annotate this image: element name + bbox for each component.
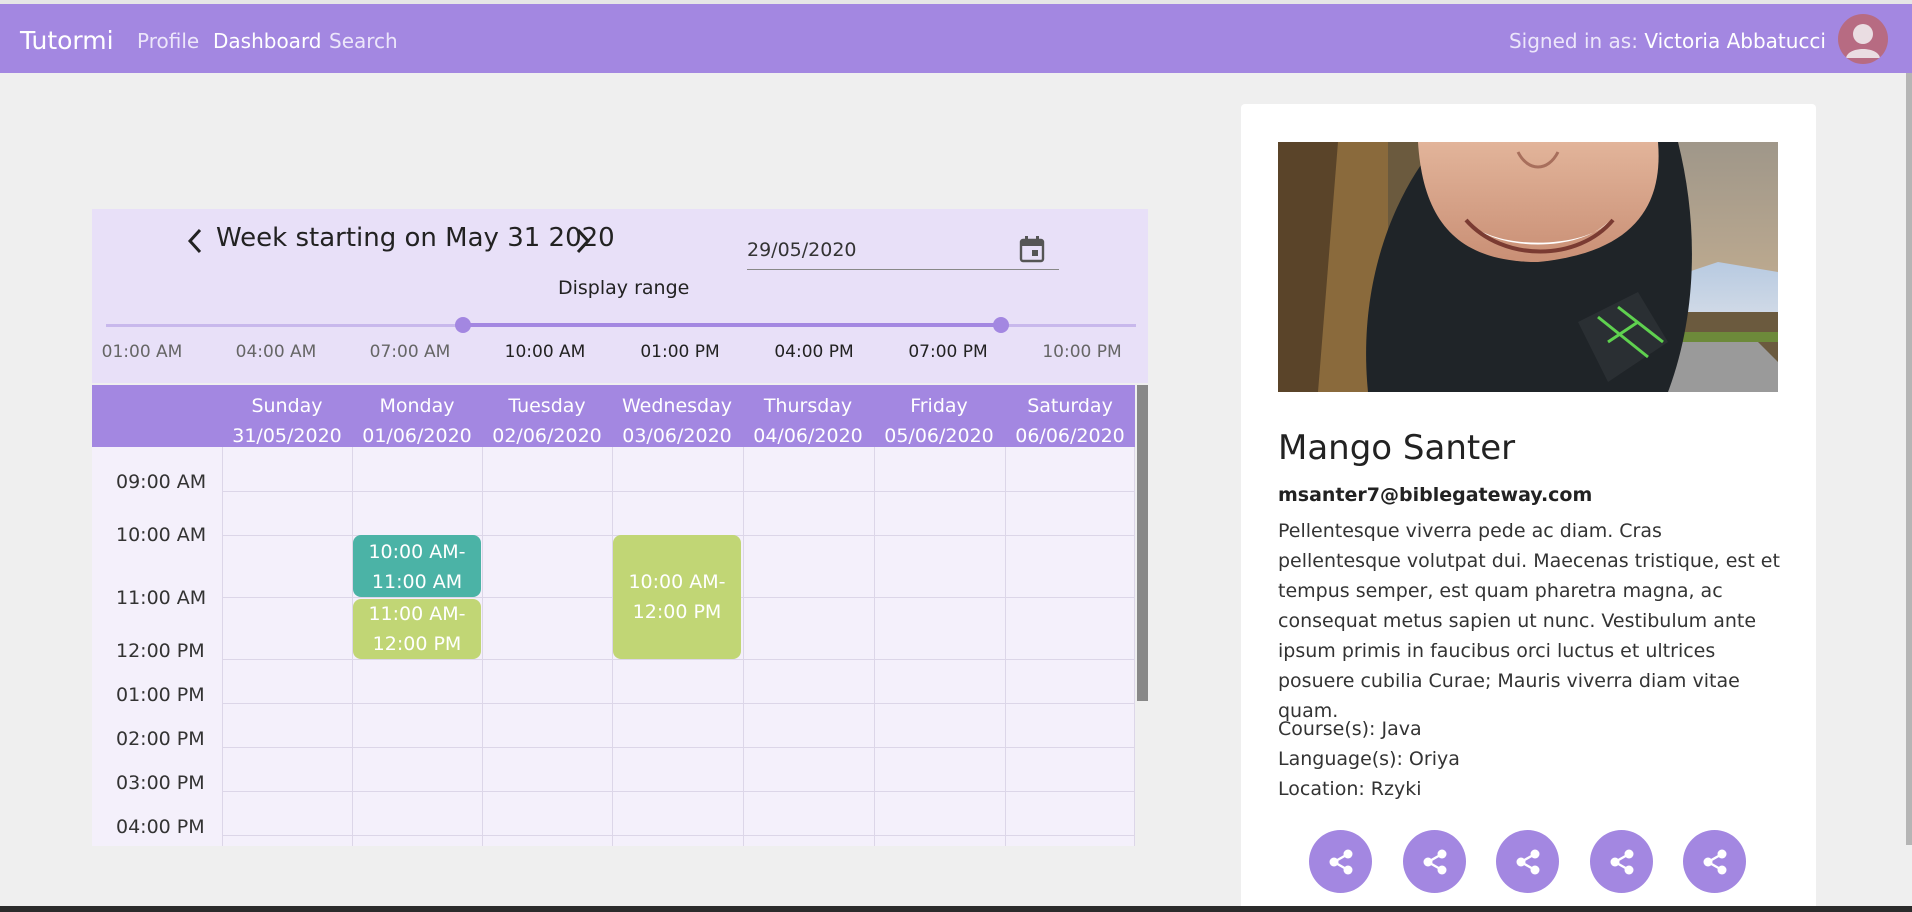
days-header: Sunday 31/05/2020 Monday 01/06/2020 Tuesda… — [92, 385, 1135, 447]
chevron-right-icon[interactable] — [570, 227, 594, 255]
grid-column-divider — [874, 447, 875, 846]
grid-column-divider — [222, 447, 223, 846]
nav-link-dashboard[interactable]: Dashboard — [213, 29, 322, 53]
calendar-event[interactable]: 10:00 AM- 12:00 PM — [613, 535, 741, 659]
user-avatar-icon — [1846, 24, 1880, 58]
tutor-name: Mango Santer — [1278, 428, 1516, 468]
chevron-left-icon[interactable] — [184, 227, 208, 255]
range-slider-start-thumb[interactable] — [455, 317, 471, 333]
signed-in-user: Victoria Abbatucci — [1644, 29, 1826, 53]
share-button[interactable] — [1590, 830, 1653, 893]
time-slot-label: 09:00 AM — [116, 471, 207, 493]
time-slot-label: 11:00 AM — [116, 587, 207, 609]
day-header-sunday: Sunday 31/05/2020 — [232, 395, 342, 447]
grid-row-divider — [222, 747, 1135, 748]
profile-photo-image — [1278, 142, 1778, 392]
calendar-scrollbar[interactable] — [1137, 385, 1148, 701]
share-icon — [1423, 849, 1447, 875]
day-header-thursday: Thursday 04/06/2020 — [753, 395, 863, 447]
time-slot-label: 03:00 PM — [116, 772, 205, 794]
range-tick-label: 01:00 AM — [101, 342, 183, 362]
brand-logo[interactable]: Tutormi — [20, 26, 114, 55]
grid-column-divider — [1134, 447, 1135, 846]
grid-column-divider — [482, 447, 483, 846]
day-header-friday: Friday 05/06/2020 — [884, 395, 994, 447]
date-picker-field[interactable]: 29/05/2020 — [747, 223, 1059, 270]
range-tick-label: 04:00 AM — [235, 342, 317, 362]
grid-row-divider — [222, 491, 1135, 492]
calendar-controls: Week starting on May 31 2020 29/05/2020 … — [92, 209, 1148, 383]
share-button[interactable] — [1683, 830, 1746, 893]
day-header-saturday: Saturday 06/06/2020 — [1015, 395, 1125, 447]
tutor-profile-card: Mango Santer msanter7@biblegateway.com P… — [1241, 104, 1816, 912]
tutor-courses: Course(s): Java — [1278, 718, 1422, 740]
time-slot-label: 10:00 AM — [116, 524, 207, 546]
range-tick-label: 10:00 AM — [504, 342, 586, 362]
nav-link-search[interactable]: Search — [329, 29, 398, 53]
navbar: Tutormi Profile Dashboard Search Signed … — [0, 4, 1912, 73]
range-tick-label: 07:00 AM — [369, 342, 451, 362]
grid-column-divider — [743, 447, 744, 846]
avatar[interactable] — [1838, 14, 1888, 64]
grid-column-divider — [1005, 447, 1006, 846]
profile-photo — [1278, 142, 1778, 392]
grid-row-divider — [222, 791, 1135, 792]
calendar-event[interactable]: 10:00 AM- 11:00 AM — [353, 535, 481, 597]
range-tick-label: 04:00 PM — [774, 342, 854, 362]
tutor-location: Location: Rzyki — [1278, 778, 1422, 800]
share-button[interactable] — [1309, 830, 1372, 893]
share-button[interactable] — [1403, 830, 1466, 893]
window-bottom-edge — [0, 906, 1912, 912]
page-scrollbar[interactable] — [1906, 73, 1912, 845]
week-title: Week starting on May 31 2020 — [216, 223, 615, 253]
calendar-grid[interactable]: 09:00 AM 10:00 AM 11:00 AM 12:00 PM 01:0… — [92, 447, 1135, 846]
tutor-email: msanter7@biblegateway.com — [1278, 484, 1593, 506]
range-slider-end-thumb[interactable] — [993, 317, 1009, 333]
nav-link-profile[interactable]: Profile — [137, 29, 199, 53]
range-slider-fill — [463, 323, 1001, 327]
share-icon — [1703, 849, 1727, 875]
time-slot-label: 12:00 PM — [116, 640, 205, 662]
grid-row-divider — [222, 703, 1135, 704]
range-tick-label: 07:00 PM — [908, 342, 988, 362]
weekly-calendar: Sunday 31/05/2020 Monday 01/06/2020 Tuesda… — [92, 385, 1148, 846]
day-header-monday: Monday 01/06/2020 — [362, 395, 472, 447]
range-tick-label: 01:00 PM — [640, 342, 720, 362]
grid-row-divider — [222, 835, 1135, 836]
day-header-wednesday: Wednesday 03/06/2020 — [621, 395, 732, 447]
share-button[interactable] — [1496, 830, 1559, 893]
calendar-event[interactable]: 11:00 AM- 12:00 PM — [353, 599, 481, 659]
signed-in-label: Signed in as: — [1508, 29, 1638, 53]
tutor-bio: Pellentesque viverra pede ac diam. Cras … — [1278, 520, 1780, 722]
time-slot-label: 04:00 PM — [116, 816, 205, 838]
range-tick-label: 10:00 PM — [1042, 342, 1122, 362]
time-slot-label: 02:00 PM — [116, 728, 205, 750]
display-range-label: Display range — [558, 277, 690, 299]
share-icon — [1610, 849, 1634, 875]
time-slot-label: 01:00 PM — [116, 684, 205, 706]
tutor-languages: Language(s): Oriya — [1278, 748, 1460, 770]
grid-row-divider — [222, 659, 1135, 660]
calendar-icon[interactable] — [1019, 235, 1045, 263]
date-value: 29/05/2020 — [747, 239, 857, 261]
share-icon — [1329, 849, 1353, 875]
day-header-tuesday: Tuesday 02/06/2020 — [492, 395, 602, 447]
share-icon — [1516, 849, 1540, 875]
signed-in-status: Signed in as: Victoria Abbatucci — [1509, 29, 1826, 53]
